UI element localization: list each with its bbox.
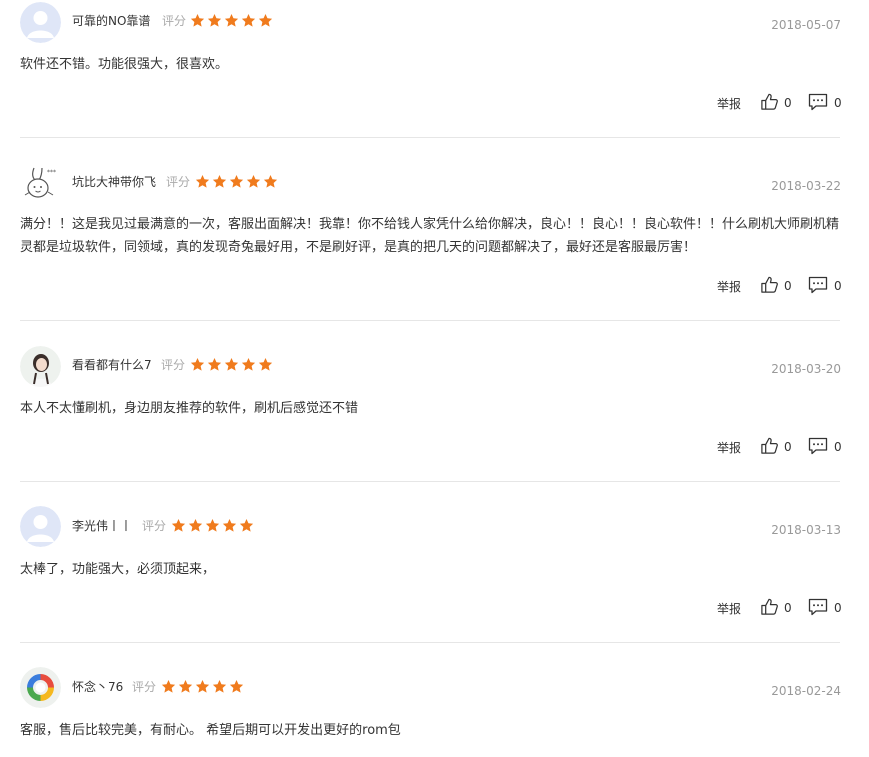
comment-icon [808, 437, 828, 458]
star-icon [263, 174, 278, 188]
colorful-logo-avatar[interactable] [20, 667, 61, 708]
username[interactable]: 看看都有什么7 [72, 357, 152, 373]
comment-button[interactable]: 0 [808, 598, 842, 618]
report-button[interactable]: 举报 [717, 440, 741, 456]
review-content: 客服，售后比较完美，有耐心。 希望后期可以开发出更好的rom包 [20, 723, 401, 738]
comment-count: 0 [834, 440, 842, 454]
rating-label: 评分 [166, 175, 191, 189]
like-count: 0 [784, 96, 792, 110]
star-icon [241, 13, 256, 27]
divider [20, 137, 840, 138]
star-icon [188, 518, 203, 532]
star-rating [161, 679, 244, 695]
star-icon [258, 357, 273, 371]
thumbs-up-icon [760, 92, 779, 114]
review-content: 本人不太懂刷机，身边朋友推荐的软件，刷机后感觉还不错 [20, 401, 359, 416]
star-icon [205, 518, 220, 532]
star-icon [241, 357, 256, 371]
rating-label: 评分 [161, 358, 186, 372]
review-content: 太棒了，功能强大，必须顶起来， [20, 562, 216, 577]
comment-icon [808, 598, 828, 619]
like-count: 0 [784, 279, 792, 293]
comment-button[interactable]: 0 [808, 93, 842, 113]
star-icon [207, 13, 222, 27]
star-icon [224, 357, 239, 371]
report-button[interactable]: 举报 [717, 279, 741, 295]
star-icon [161, 679, 176, 693]
star-icon [224, 13, 239, 27]
thumbs-up-icon [760, 436, 779, 458]
review-content: 满分！！这是我见过最满意的一次，客服出面解决！我靠！你不给钱人家凭什么给你解决，… [20, 217, 840, 255]
star-icon [195, 174, 210, 188]
review-date: 2018-03-20 [771, 362, 841, 376]
like-count: 0 [784, 601, 792, 615]
like-button[interactable]: 0 [760, 93, 792, 113]
divider [20, 642, 840, 643]
report-button[interactable]: 举报 [717, 96, 741, 112]
report-button[interactable]: 举报 [717, 601, 741, 617]
thumbs-up-icon [760, 597, 779, 619]
like-button[interactable]: 0 [760, 437, 792, 457]
comment-button[interactable]: 0 [808, 437, 842, 457]
star-icon [212, 174, 227, 188]
cartoon-rabbit-avatar[interactable]: *** [20, 162, 61, 203]
comment-count: 0 [834, 96, 842, 110]
like-button[interactable]: 0 [760, 598, 792, 618]
svg-text:***: *** [47, 169, 56, 176]
star-icon [190, 357, 205, 371]
star-rating [190, 357, 273, 373]
username[interactable]: 可靠的NO靠谱 [72, 13, 150, 29]
review-content: 软件还不错。功能很强大，很喜欢。 [20, 57, 229, 72]
comment-count: 0 [834, 279, 842, 293]
star-icon [178, 679, 193, 693]
star-icon [239, 518, 254, 532]
comment-icon [808, 276, 828, 297]
divider [20, 320, 840, 321]
divider [20, 481, 840, 482]
star-icon [222, 518, 237, 532]
review-list: 可靠的NO靠谱 评分 2018-05-07 软件还不错。功能很强大，很喜欢。 举… [0, 0, 869, 757]
star-icon [195, 679, 210, 693]
star-rating [190, 13, 273, 29]
thumbs-up-icon [760, 275, 779, 297]
review-date: 2018-05-07 [771, 18, 841, 32]
girl-photo-avatar[interactable] [20, 346, 61, 387]
review-date: 2018-03-22 [771, 179, 841, 193]
star-icon [190, 13, 205, 27]
like-count: 0 [784, 440, 792, 454]
comment-icon [808, 93, 828, 114]
comment-count: 0 [834, 601, 842, 615]
star-icon [212, 679, 227, 693]
star-icon [171, 518, 186, 532]
rating-label: 评分 [162, 14, 187, 28]
star-icon [229, 679, 244, 693]
default-avatar[interactable] [20, 2, 61, 43]
star-icon [207, 357, 222, 371]
star-icon [258, 13, 273, 27]
star-rating [195, 174, 278, 190]
star-icon [246, 174, 261, 188]
username[interactable]: 李光伟丨丨 [72, 518, 132, 534]
default-avatar[interactable] [20, 506, 61, 547]
star-rating [171, 518, 254, 534]
comment-button[interactable]: 0 [808, 276, 842, 296]
review-date: 2018-02-24 [771, 684, 841, 698]
username[interactable]: 怀念丶76 [72, 679, 123, 695]
rating-label: 评分 [142, 519, 167, 533]
star-icon [229, 174, 244, 188]
rating-label: 评分 [132, 680, 157, 694]
review-date: 2018-03-13 [771, 523, 841, 537]
username[interactable]: 坑比大神带你飞 [72, 174, 156, 190]
like-button[interactable]: 0 [760, 276, 792, 296]
